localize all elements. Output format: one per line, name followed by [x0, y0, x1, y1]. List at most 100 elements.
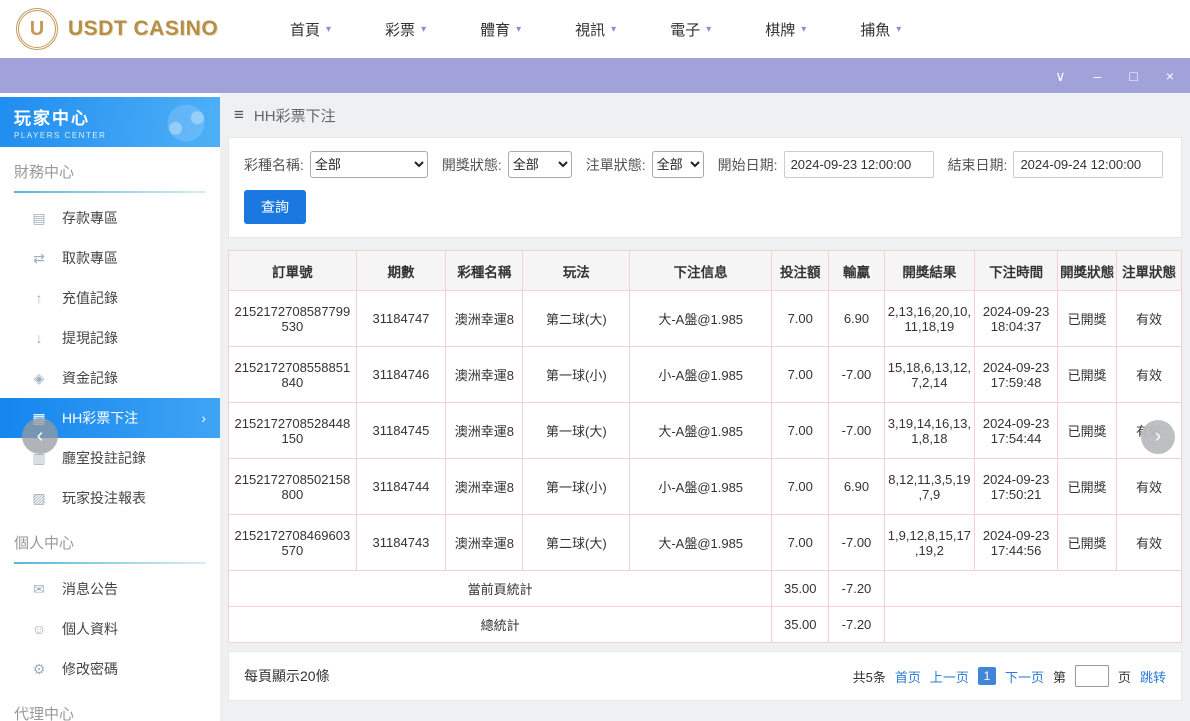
- cell-lottery: 澳洲幸運8: [446, 515, 523, 571]
- cell-amount: 7.00: [772, 403, 829, 459]
- pagination-bar: 每頁顯示20條 共5条 首页 上一页 1 下一页 第 页 跳转: [228, 651, 1182, 701]
- sidebar-item-player-bet-report[interactable]: ▨玩家投注報表: [0, 478, 220, 518]
- window-collapse-button[interactable]: ∨: [1055, 69, 1065, 83]
- sidebar-item-withdrawal-record[interactable]: ↓提現記錄: [0, 318, 220, 358]
- cell-lottery: 澳洲幸運8: [446, 403, 523, 459]
- sidebar-item-label: 取款專區: [62, 248, 118, 268]
- cell-order: 2152172708469603570: [229, 515, 357, 571]
- filter-row: 彩種名稱: 全部 開獎狀態: 全部 注單狀態: 全部 開始日期: 結束日期:: [244, 151, 1166, 178]
- nav-label: 體育: [480, 19, 510, 40]
- sidebar-item-change-password[interactable]: ⚙修改密碼: [0, 649, 220, 689]
- table-row: 2152172708528448150 31184745 澳洲幸運8 第一球(大…: [229, 403, 1182, 459]
- section-personal-center[interactable]: 個人中心: [14, 532, 206, 564]
- table-header: 玩法: [523, 251, 630, 291]
- table-row: 2152172708469603570 31184743 澳洲幸運8 第二球(大…: [229, 515, 1182, 571]
- cell-result: 15,18,6,13,12,7,2,14: [884, 347, 975, 403]
- next-page-link[interactable]: 下一页: [1005, 667, 1044, 686]
- sidebar-item-label: 廳室投註記錄: [62, 448, 146, 468]
- cell-lottery: 澳洲幸運8: [446, 459, 523, 515]
- chevron-down-icon: ▾: [801, 24, 806, 35]
- end-date-label: 結束日期:: [948, 155, 1008, 175]
- cell-play: 第二球(大): [523, 515, 630, 571]
- finance-menu: ▤存款專區 ⇄取款專區 ↑充值記錄 ↓提現記錄 ◈資金記錄 ▦HH彩票下注› ▥…: [0, 198, 220, 518]
- cell-period: 31184746: [356, 347, 446, 403]
- breadcrumb: ≡ HH彩票下注: [228, 93, 1182, 137]
- draw-status-label: 開獎狀態:: [442, 155, 502, 175]
- nav-item-fishing[interactable]: 捕魚▾: [860, 19, 901, 40]
- end-date-input[interactable]: [1013, 151, 1163, 178]
- table-header: 彩種名稱: [446, 251, 523, 291]
- sidebar-item-announcements[interactable]: ✉ 消息公告: [0, 569, 220, 609]
- window-maximize-button[interactable]: □: [1129, 69, 1137, 83]
- cell-order: 2152172708528448150: [229, 403, 357, 459]
- bet-status-label: 注單狀態:: [586, 155, 646, 175]
- chevron-down-icon: ▾: [706, 24, 711, 35]
- window-minimize-button[interactable]: –: [1094, 69, 1102, 83]
- sidebar-item-label: 玩家投注報表: [62, 488, 146, 508]
- prev-page-link[interactable]: 上一页: [930, 667, 969, 686]
- search-button[interactable]: 查詢: [244, 190, 306, 224]
- message-icon: ✉: [30, 581, 48, 598]
- section-agent-center[interactable]: 代理中心: [14, 703, 206, 721]
- user-icon: ☺: [30, 621, 48, 637]
- bets-table-card: 訂單號 期數 彩種名稱 玩法 下注信息 投注額 輸贏 開獎結果 下注時間 開獎狀…: [228, 250, 1182, 643]
- hamburger-menu-icon[interactable]: ≡: [234, 105, 244, 125]
- nav-item-lottery[interactable]: 彩票▾: [385, 19, 426, 40]
- content-layout: 玩家中心 PLAYERS CENTER 財務中心 ▤ 存款專區 ⇄取款專區 ↑ 充值…: [0, 93, 1190, 721]
- cell-info: 小-A盤@1.985: [630, 347, 772, 403]
- recharge-icon: ↑: [30, 290, 48, 306]
- cell-winloss: -7.00: [829, 515, 884, 571]
- cell-draw-status: 已開獎: [1058, 347, 1117, 403]
- filter-panel: 彩種名稱: 全部 開獎狀態: 全部 注單狀態: 全部 開始日期: 結束日期: 查…: [228, 137, 1182, 238]
- summary-winloss-total: -7.20: [829, 571, 884, 607]
- bet-status-select[interactable]: 全部: [652, 151, 704, 178]
- cell-draw-status: 已開獎: [1058, 403, 1117, 459]
- sidebar-item-label: 個人資料: [62, 619, 118, 639]
- nav-item-cards[interactable]: 棋牌 ▾: [765, 19, 806, 40]
- jump-prefix-label: 第: [1053, 667, 1066, 686]
- window-close-button[interactable]: ×: [1166, 69, 1174, 83]
- section-finance-center[interactable]: 財務中心: [14, 161, 206, 193]
- cell-play: 第一球(小): [523, 459, 630, 515]
- summary-bet-total: 35.00: [772, 607, 829, 643]
- sidebar-item-recharge-record[interactable]: ↑ 充值記錄: [0, 278, 220, 318]
- nav-item-video[interactable]: 視訊▾: [575, 19, 616, 40]
- nav-label: 棋牌: [765, 19, 795, 40]
- draw-status-select[interactable]: 全部: [508, 151, 572, 178]
- cell-amount: 7.00: [772, 515, 829, 571]
- nav-item-sports[interactable]: 體育▾: [480, 19, 521, 40]
- sidebar-item-profile[interactable]: ☺ 個人資料: [0, 609, 220, 649]
- sidebar-item-label: 充值記錄: [62, 288, 118, 308]
- cell-amount: 7.00: [772, 459, 829, 515]
- summary-bet-total: 35.00: [772, 571, 829, 607]
- scroll-left-button[interactable]: ‹: [22, 418, 58, 454]
- sidebar-item-deposit[interactable]: ▤ 存款專區: [0, 198, 220, 238]
- table-header: 投注額: [772, 251, 829, 291]
- cell-result: 3,19,14,16,13,1,8,18: [884, 403, 975, 459]
- current-page-button[interactable]: 1: [978, 667, 996, 685]
- lottery-name-select[interactable]: 全部: [310, 151, 428, 178]
- jump-button[interactable]: 跳转: [1140, 667, 1166, 686]
- total-count-text: 共5条: [853, 667, 886, 686]
- cell-order: 2152172708587799530: [229, 291, 357, 347]
- sidebar-item-fund-record[interactable]: ◈資金記錄: [0, 358, 220, 398]
- deposit-icon: ▤: [30, 210, 48, 227]
- sidebar-header: 玩家中心 PLAYERS CENTER: [0, 97, 220, 147]
- nav-item-slots[interactable]: 電子 ▾: [670, 19, 711, 40]
- first-page-link[interactable]: 首页: [895, 667, 921, 686]
- brand-logo[interactable]: U USDT CASINO: [16, 8, 244, 50]
- chevron-down-icon: ▾: [421, 24, 426, 35]
- start-date-input[interactable]: [784, 151, 934, 178]
- nav-item-home[interactable]: 首頁▾: [290, 19, 331, 40]
- nav-label: 電子: [670, 19, 700, 40]
- cell-info: 小-A盤@1.985: [630, 459, 772, 515]
- page-jump-input[interactable]: [1075, 665, 1109, 687]
- sidebar-item-label: 提現記錄: [62, 328, 118, 348]
- scroll-right-button[interactable]: ›: [1141, 420, 1175, 454]
- cell-lottery: 澳洲幸運8: [446, 291, 523, 347]
- funds-icon: ◈: [30, 370, 48, 387]
- sidebar-item-label: 消息公告: [62, 579, 118, 599]
- sidebar-item-label: 存款專區: [62, 208, 118, 228]
- sidebar-item-withdraw[interactable]: ⇄取款專區: [0, 238, 220, 278]
- cell-draw-status: 已開獎: [1058, 291, 1117, 347]
